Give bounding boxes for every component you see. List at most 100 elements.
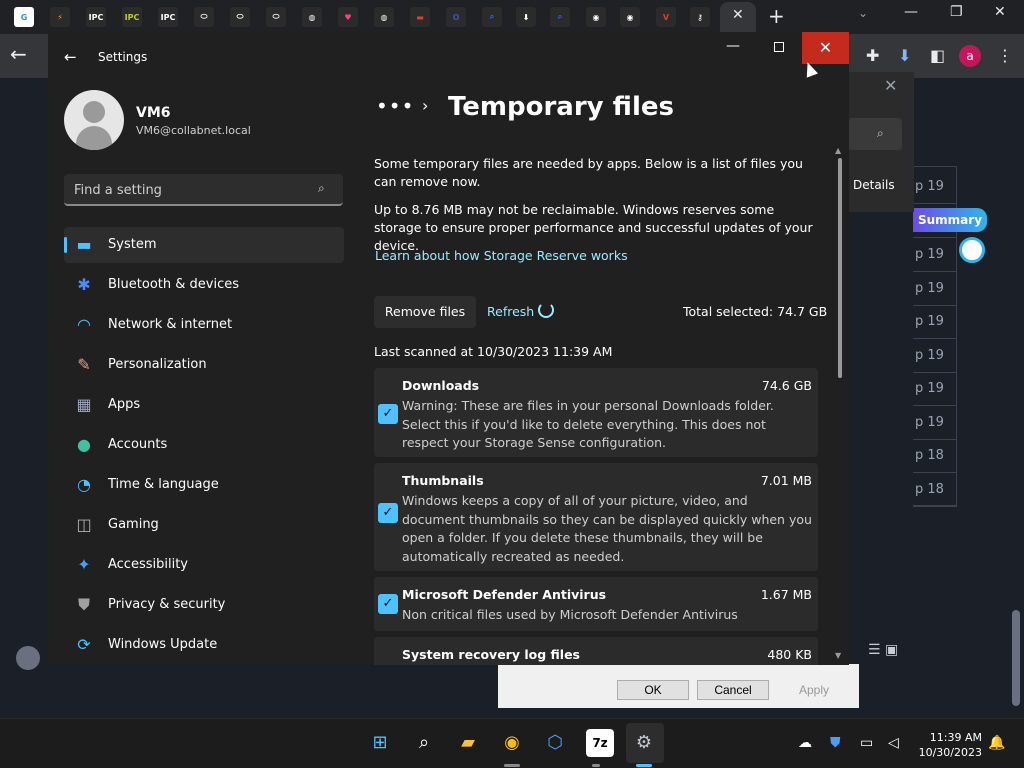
tab-ext-icon[interactable]: ⚡ <box>50 7 70 27</box>
summary-button[interactable]: Summary <box>913 208 987 232</box>
file-explorer-icon[interactable]: ▰ <box>454 729 482 757</box>
nav-item-label: Bluetooth & devices <box>108 277 239 292</box>
dialog-cancel-button[interactable]: Cancel <box>697 680 769 700</box>
file-category-item[interactable]: ✓ Thumbnails 7.01 MB Windows keeps a copy o… <box>374 463 818 571</box>
breadcrumb-overflow[interactable]: ••• <box>376 94 414 118</box>
tab-globe-2-icon[interactable]: ◍ <box>374 7 394 27</box>
refresh-button[interactable]: Refresh <box>487 304 534 319</box>
tab-key-icon[interactable]: ⚷ <box>690 7 710 27</box>
nav-item-time-language[interactable]: ◔ Time & language <box>64 467 344 503</box>
file-category-item[interactable]: ✓ Microsoft Defender Antivirus 1.67 MB Non … <box>374 577 818 631</box>
profile-avatar[interactable]: a <box>959 45 981 67</box>
7zip-icon[interactable]: 7z <box>586 729 614 757</box>
tab-ipc-games-3-icon[interactable]: IPC <box>158 7 178 27</box>
tab-chrome-1-icon[interactable]: ◉ <box>586 7 606 27</box>
nav-item-personalization[interactable]: ✎ Personalization <box>64 347 344 383</box>
dialog-search-field[interactable] <box>848 118 902 150</box>
browser-restore-icon[interactable]: ❐ <box>950 4 963 20</box>
side-panel-icon[interactable]: ◧ <box>930 46 945 65</box>
nav-item-accounts[interactable]: ● Accounts <box>64 427 344 463</box>
checkbox-checked-icon[interactable]: ✓ <box>378 404 398 424</box>
nav-item-apps[interactable]: ▦ Apps <box>64 387 344 423</box>
nav-item-system[interactable]: ▬ System <box>64 227 344 263</box>
user-avatar[interactable] <box>64 90 124 150</box>
taskbar-search-icon[interactable]: ⌕ <box>410 729 438 757</box>
background-list-item[interactable]: p 19 <box>913 238 957 272</box>
browser-close-icon[interactable]: ✕ <box>994 4 1006 20</box>
tab-download-icon[interactable]: ⬇ <box>516 7 536 27</box>
checkbox-checked-icon[interactable]: ✓ <box>378 503 398 523</box>
view-toggle-icons[interactable]: ☰ ▣ <box>868 642 898 658</box>
background-list-item[interactable]: p 19 <box>913 406 957 440</box>
start-icon[interactable]: ⊞ <box>366 729 394 757</box>
defender-tray-icon[interactable]: ⛊ <box>830 735 841 751</box>
dialog-details-tab[interactable]: Details <box>853 178 895 192</box>
network-tray-icon[interactable]: ▭ <box>860 735 873 751</box>
nav-item-windows-update[interactable]: ⟳ Windows Update <box>64 627 344 663</box>
browser-back-icon[interactable]: ← <box>10 42 27 66</box>
dialog-ok-button[interactable]: OK <box>617 680 689 700</box>
page-scrollbar[interactable] <box>1012 610 1020 706</box>
remove-files-button[interactable]: Remove files <box>374 296 476 328</box>
extensions-icon[interactable]: ✚ <box>866 46 879 65</box>
tab-search-o-icon[interactable]: O <box>446 7 466 27</box>
background-list-item[interactable]: p 19 <box>913 339 957 373</box>
tab-google-icon[interactable]: G <box>14 7 34 27</box>
dialog-close-icon[interactable]: ✕ <box>884 76 897 95</box>
refresh-icon[interactable] <box>538 302 554 318</box>
content-scrollbar-thumb[interactable] <box>838 158 842 378</box>
file-category-item[interactable]: System recovery log files 480 KB <box>374 637 818 665</box>
tab-red-pill-icon[interactable]: ▬ <box>410 7 430 27</box>
settings-gear-icon[interactable]: ⚙ <box>630 729 658 757</box>
chrome-icon[interactable]: ◉ <box>498 729 526 757</box>
tab-pill-1-icon[interactable]: ⬭ <box>194 7 214 27</box>
background-list-item[interactable]: p 19 <box>913 372 957 406</box>
file-category-item[interactable]: ✓ Downloads 74.6 GB Warning: These are file… <box>374 368 818 457</box>
checkbox-checked-icon[interactable]: ✓ <box>378 594 398 614</box>
file-category-name: Microsoft Defender Antivirus <box>402 587 607 602</box>
volume-tray-icon[interactable]: ◁ <box>888 735 899 751</box>
tab-ipc-games-1-icon[interactable]: IPC <box>86 7 106 27</box>
settings-back-icon[interactable]: ← <box>64 48 77 66</box>
virtualbox-icon[interactable]: ⬡ <box>541 729 569 757</box>
tab-ipc-games-2-icon[interactable]: IPC <box>122 7 142 27</box>
close-tab-icon[interactable]: ✕ <box>732 7 744 23</box>
dialog-apply-button[interactable]: Apply <box>778 680 850 700</box>
github-icon[interactable] <box>16 646 40 670</box>
clock[interactable]: 11:39 AM 10/30/2023 <box>914 730 982 760</box>
tab-heart-icon[interactable]: ♥ <box>338 7 358 27</box>
browser-menu-icon[interactable]: ⋮ <box>997 46 1013 65</box>
scroll-down-icon[interactable]: ▼ <box>835 651 841 660</box>
background-list-item[interactable]: p 18 <box>913 439 957 473</box>
tab-search-1-icon[interactable]: ⌕ <box>482 7 502 27</box>
tab-globe-1-icon[interactable]: ◍ <box>302 7 322 27</box>
find-setting-box[interactable]: ⌕ <box>64 174 343 206</box>
notifications-icon[interactable]: 🔔 <box>988 735 1005 751</box>
tab-search-2-icon[interactable]: ⌕ <box>550 7 570 27</box>
tab-vivaldi-icon[interactable]: V <box>656 7 676 27</box>
onedrive-tray-icon[interactable]: ☁ <box>798 735 812 751</box>
tab-search-chevron-icon[interactable]: ⌄ <box>858 6 868 20</box>
nav-item-accessibility[interactable]: ✦ Accessibility <box>64 547 344 583</box>
nav-item-gaming[interactable]: ◫ Gaming <box>64 507 344 543</box>
background-list-item[interactable]: p 18 <box>913 473 957 507</box>
find-setting-input[interactable] <box>74 181 304 199</box>
background-list-item[interactable]: p 19 <box>913 272 957 306</box>
nav-item-network-internet[interactable]: ◠ Network & internet <box>64 307 344 343</box>
apps-icon: ▦ <box>76 395 92 414</box>
background-list-item[interactable]: p 19 <box>913 170 957 204</box>
browser-minimize-icon[interactable]: — <box>904 4 918 20</box>
search-icon[interactable]: ⌕ <box>318 181 325 196</box>
nav-item-bluetooth-devices[interactable]: ✱ Bluetooth & devices <box>64 267 344 303</box>
taskbar: ⊞ ⌕ ▰ ◉ ⬡ 7z ⚙ ☁ ⛊ ▭ ◁ 11:39 AM 10/30/20… <box>0 718 1024 768</box>
tab-pill-3-icon[interactable]: ⬭ <box>266 7 286 27</box>
scroll-up-icon[interactable]: ▲ <box>835 146 841 155</box>
assistant-icon[interactable] <box>959 237 985 263</box>
tab-chrome-2-icon[interactable]: ◉ <box>620 7 640 27</box>
nav-item-privacy-security[interactable]: ⛊ Privacy & security <box>64 587 344 623</box>
tab-pill-2-icon[interactable]: ⬭ <box>230 7 250 27</box>
download-icon[interactable]: ⬇ <box>898 46 911 65</box>
storage-reserve-link[interactable]: Learn about how Storage Reserve works <box>375 248 628 263</box>
new-tab-icon[interactable]: + <box>768 4 785 28</box>
background-list-item[interactable]: p 19 <box>913 305 957 339</box>
